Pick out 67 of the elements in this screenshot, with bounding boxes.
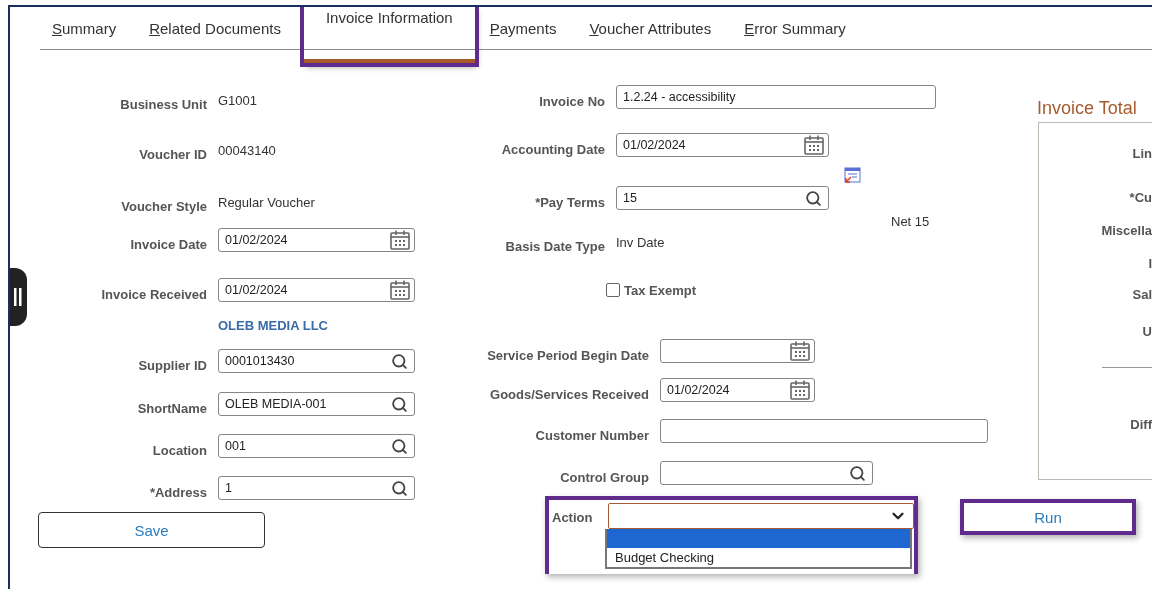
field-label: Voucher ID bbox=[138, 147, 208, 164]
field-label: *Address bbox=[148, 485, 208, 502]
tax-exempt-checkbox[interactable]: Tax Exempt bbox=[606, 282, 696, 298]
search-icon[interactable] bbox=[391, 437, 408, 455]
field-label: Business Unit bbox=[119, 97, 208, 114]
calendar-icon[interactable] bbox=[803, 134, 825, 156]
field-label: Voucher Style bbox=[120, 199, 208, 216]
calendar-icon[interactable] bbox=[789, 379, 811, 401]
field-label: Customer Number bbox=[534, 428, 650, 445]
field-label: Action bbox=[552, 510, 594, 525]
field-value: Inv Date bbox=[616, 234, 665, 250]
search-icon[interactable] bbox=[391, 395, 408, 413]
section-title: Invoice Total bbox=[1037, 98, 1138, 119]
field-label: Goods/Services Received bbox=[489, 387, 650, 404]
total-label: Diff bbox=[1130, 417, 1152, 432]
date-field[interactable]: 01/02/2024 bbox=[218, 278, 415, 302]
tab[interactable]: Payments bbox=[489, 20, 557, 49]
field-label: Supplier ID bbox=[137, 358, 208, 375]
field-value: G1001 bbox=[218, 92, 258, 108]
field-label: Invoice No bbox=[538, 94, 606, 111]
calendar-icon[interactable] bbox=[389, 279, 411, 301]
calendar-icon[interactable] bbox=[389, 229, 411, 251]
lookup-field[interactable] bbox=[660, 461, 873, 485]
supplier-name: OLEB MEDIA LLC bbox=[218, 317, 328, 333]
page-link-icon[interactable] bbox=[844, 167, 861, 183]
search-icon[interactable] bbox=[391, 479, 408, 497]
date-field[interactable]: 01/02/2024 bbox=[218, 228, 415, 252]
total-label: I bbox=[1148, 256, 1152, 271]
field-label: Location bbox=[151, 443, 208, 460]
search-icon[interactable] bbox=[805, 189, 822, 207]
lookup-field[interactable]: OLEB MEDIA-001 bbox=[218, 392, 415, 416]
tab[interactable]: Related Documents bbox=[149, 20, 281, 49]
field-label: Invoice Date bbox=[129, 237, 208, 254]
collapse-handle-icon[interactable] bbox=[10, 268, 27, 326]
field-value: 00043140 bbox=[218, 142, 276, 158]
calendar-icon[interactable] bbox=[789, 340, 811, 362]
total-label: Miscella bbox=[1101, 223, 1152, 238]
field-label: *Pay Terms bbox=[534, 195, 606, 212]
field-label: Accounting Date bbox=[500, 142, 606, 159]
action-dropdown[interactable] bbox=[608, 503, 914, 529]
tab[interactable]: Summary bbox=[52, 20, 117, 49]
field-label: ShortName bbox=[136, 401, 208, 418]
lookup-field[interactable]: 1 bbox=[218, 476, 415, 500]
lookup-field[interactable]: 0001013430 bbox=[218, 349, 415, 373]
lookup-field[interactable]: 001 bbox=[218, 434, 415, 458]
field-label: Control Group bbox=[559, 470, 650, 487]
date-field[interactable]: 01/02/2024 bbox=[616, 133, 829, 157]
input-field[interactable] bbox=[660, 419, 988, 443]
total-label: Lin bbox=[1132, 146, 1152, 161]
pay-terms-description: Net 15 bbox=[891, 214, 930, 229]
tab[interactable]: Error Summary bbox=[744, 20, 846, 49]
total-label: *Cu bbox=[1129, 190, 1152, 205]
run-button[interactable]: Run bbox=[960, 499, 1136, 535]
search-icon[interactable] bbox=[849, 464, 866, 482]
total-label: Sal bbox=[1132, 287, 1152, 302]
field-label: Invoice Received bbox=[100, 287, 208, 304]
field-value: Regular Voucher bbox=[218, 194, 315, 210]
field-label: Basis Date Type bbox=[504, 239, 606, 256]
date-field[interactable] bbox=[660, 339, 815, 363]
input-field[interactable]: 1.2.24 - accessibility bbox=[616, 85, 936, 109]
save-button[interactable]: Save bbox=[38, 512, 265, 548]
date-field[interactable]: 01/02/2024 bbox=[660, 378, 815, 402]
total-label: U bbox=[1142, 324, 1152, 339]
lookup-field[interactable]: 15 bbox=[616, 186, 829, 210]
tab[interactable]: Voucher Attributes bbox=[589, 20, 712, 49]
search-icon[interactable] bbox=[391, 352, 408, 370]
field-label: Service Period Begin Date bbox=[486, 348, 650, 365]
